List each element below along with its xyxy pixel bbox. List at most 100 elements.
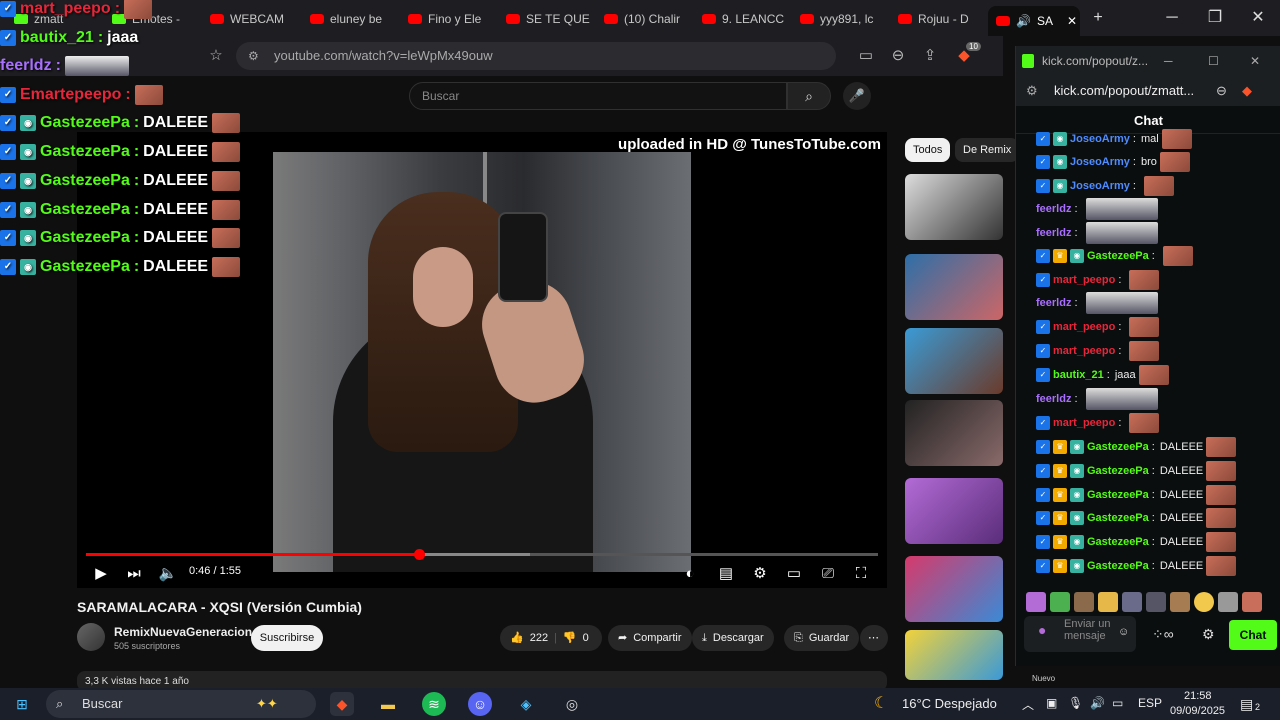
spotify-icon[interactable]: ≋ bbox=[422, 692, 446, 716]
dislike-icon[interactable]: 👎 bbox=[563, 625, 577, 651]
chat-username[interactable]: GastezeePa bbox=[1087, 536, 1149, 548]
chat-username[interactable]: GastezeePa bbox=[1087, 465, 1149, 477]
zoom-icon[interactable]: ⊖ bbox=[1216, 76, 1227, 106]
brave-shield-icon[interactable]: ◆ bbox=[1242, 76, 1252, 106]
minimize-button[interactable]: ─ bbox=[1162, 8, 1182, 28]
chat-username[interactable]: GastezeePa bbox=[1087, 489, 1149, 501]
tab-5[interactable]: SE TE QUE bbox=[506, 6, 590, 32]
chat-username[interactable]: mart_peepo bbox=[1053, 345, 1115, 357]
emote-icon[interactable] bbox=[1242, 592, 1262, 612]
settings-icon[interactable]: ⚙ bbox=[749, 563, 771, 585]
tray-app-icon[interactable]: ▣ bbox=[1046, 696, 1057, 710]
url-field[interactable]: ⚙ youtube.com/watch?v=leWpMx49ouw bbox=[236, 42, 836, 70]
recommended-video-thumb[interactable] bbox=[905, 254, 1003, 320]
chip-remix[interactable]: De Remix bbox=[955, 138, 1020, 162]
network-icon[interactable]: ▭ bbox=[1112, 696, 1123, 710]
chip-all[interactable]: Todos bbox=[905, 138, 951, 162]
site-info-icon[interactable]: ⚙ bbox=[1026, 76, 1038, 106]
emote-icon[interactable] bbox=[1218, 592, 1238, 612]
chat-username[interactable]: feerldz bbox=[1036, 393, 1071, 405]
recommended-video-thumb[interactable] bbox=[905, 630, 1003, 680]
volume-icon[interactable]: 🔈 bbox=[157, 563, 179, 585]
chat-username[interactable]: feerldz bbox=[1036, 227, 1071, 239]
chat-message-input[interactable]: ● Enviar un mensaje ☺ bbox=[1024, 616, 1136, 652]
subtitles-icon[interactable]: ▤ bbox=[715, 563, 737, 585]
chat-username[interactable]: JoseoArmy bbox=[1070, 180, 1130, 192]
chat-username[interactable]: feerldz bbox=[1036, 297, 1071, 309]
play-icon[interactable]: ▶ bbox=[90, 563, 112, 585]
emote-icon[interactable] bbox=[1098, 592, 1118, 612]
discord-icon[interactable]: ☺ bbox=[468, 692, 492, 716]
recommended-video-thumb[interactable] bbox=[905, 556, 1003, 622]
share-button[interactable]: ➦ Compartir bbox=[608, 625, 692, 651]
bookmark-icon[interactable]: ☆ bbox=[206, 46, 226, 66]
chat-username[interactable]: GastezeePa bbox=[1087, 512, 1149, 524]
maximize-button[interactable]: ❐ bbox=[1205, 8, 1225, 28]
close-window-button[interactable]: ✕ bbox=[1248, 8, 1268, 28]
chat-username[interactable]: mart_peepo bbox=[1053, 321, 1115, 333]
brave-browser-icon[interactable]: ◆ bbox=[330, 692, 354, 716]
recommended-video-thumb[interactable] bbox=[905, 478, 1003, 544]
cooldown-icon[interactable]: ⁘∞ bbox=[1152, 626, 1174, 643]
emote-icon[interactable] bbox=[1170, 592, 1190, 612]
zoom-icon[interactable]: ⊖ bbox=[888, 46, 908, 66]
cast-icon[interactable]: ▭ bbox=[856, 46, 876, 66]
windows-start-icon[interactable]: ⊞ bbox=[10, 692, 34, 716]
clock-time[interactable]: 21:58 bbox=[1184, 690, 1212, 702]
emoji-icon[interactable]: ☺ bbox=[1118, 626, 1129, 638]
chat-username[interactable]: JoseoArmy bbox=[1070, 133, 1130, 145]
microphone-icon[interactable]: 🎤 bbox=[843, 82, 871, 110]
tab-8[interactable]: yyy891, lc bbox=[800, 6, 884, 32]
channel-name[interactable]: RemixNuevaGeneracion bbox=[114, 625, 252, 639]
site-info-icon[interactable]: ⚙ bbox=[248, 42, 259, 70]
weather-text[interactable]: 16°C Despejado bbox=[902, 696, 997, 711]
settings-icon[interactable]: ⚙ bbox=[1202, 626, 1215, 643]
download-button[interactable]: ⤓ Descargar bbox=[692, 625, 774, 651]
tab-active[interactable]: 🔊 SA ✕ bbox=[988, 6, 1080, 36]
progress-bar[interactable] bbox=[86, 549, 878, 560]
more-actions-button[interactable]: ⋯ bbox=[860, 625, 888, 651]
share-icon[interactable]: ⇪ bbox=[920, 46, 940, 66]
emote-icon[interactable] bbox=[1050, 592, 1070, 612]
emote-icon[interactable] bbox=[1146, 592, 1166, 612]
subscribe-button[interactable]: Suscribirse bbox=[251, 625, 323, 651]
like-icon[interactable]: 👍 bbox=[510, 625, 524, 651]
cast-icon[interactable]: ⎚ bbox=[817, 563, 839, 585]
tab-3[interactable]: eluney be bbox=[310, 6, 394, 32]
send-chat-button[interactable]: Chat bbox=[1229, 620, 1277, 650]
obs-icon[interactable]: ◎ bbox=[560, 692, 584, 716]
language-indicator[interactable]: ESP bbox=[1138, 696, 1162, 710]
file-explorer-icon[interactable]: ▬ bbox=[376, 692, 400, 716]
app-icon[interactable]: ◈ bbox=[514, 692, 538, 716]
chat-username[interactable]: mart_peepo bbox=[1053, 274, 1115, 286]
scrubber-handle[interactable] bbox=[413, 549, 425, 560]
recommended-video-thumb[interactable] bbox=[905, 400, 1003, 466]
kick-url-bar[interactable]: ⚙ kick.com/popout/zmatt... ⊖ ◆ bbox=[1016, 76, 1280, 106]
like-count[interactable]: 222 bbox=[530, 625, 548, 651]
recommended-video-thumb[interactable] bbox=[905, 328, 1003, 394]
emote-icon[interactable] bbox=[1194, 592, 1214, 612]
minimize-button[interactable]: ─ bbox=[1164, 46, 1173, 76]
tab-9[interactable]: Rojuu - D bbox=[898, 6, 982, 32]
maximize-button[interactable]: ☐ bbox=[1208, 46, 1219, 76]
volume-icon[interactable]: 🔊 bbox=[1090, 696, 1105, 710]
taskbar-search[interactable]: ⌕ Buscar ✦✦ bbox=[46, 690, 316, 718]
emote-icon[interactable] bbox=[1074, 592, 1094, 612]
emote-icon[interactable] bbox=[1122, 592, 1142, 612]
chat-username[interactable]: GastezeePa bbox=[1087, 250, 1149, 262]
recommended-video-thumb[interactable] bbox=[905, 174, 1003, 240]
close-tab-icon[interactable]: ✕ bbox=[1067, 14, 1077, 28]
microphone-icon[interactable]: ● bbox=[1038, 623, 1046, 637]
chat-username[interactable]: GastezeePa bbox=[1087, 560, 1149, 572]
fullscreen-icon[interactable]: ⛶ bbox=[850, 563, 872, 585]
dislike-count[interactable]: 0 bbox=[583, 625, 589, 651]
theater-mode-icon[interactable]: ▭ bbox=[783, 563, 805, 585]
search-icon[interactable]: ⌕ bbox=[787, 82, 831, 110]
clock-date[interactable]: 09/09/2025 bbox=[1170, 705, 1225, 717]
chat-username[interactable]: JoseoArmy bbox=[1070, 156, 1130, 168]
tab-7[interactable]: 9. LEANCC bbox=[702, 6, 786, 32]
save-button[interactable]: ⎘ Guardar bbox=[784, 625, 860, 651]
tab-2[interactable]: WEBCAM bbox=[210, 6, 294, 32]
chat-username[interactable]: feerldz bbox=[1036, 203, 1071, 215]
notification-icon[interactable]: ▤ bbox=[1240, 696, 1253, 713]
